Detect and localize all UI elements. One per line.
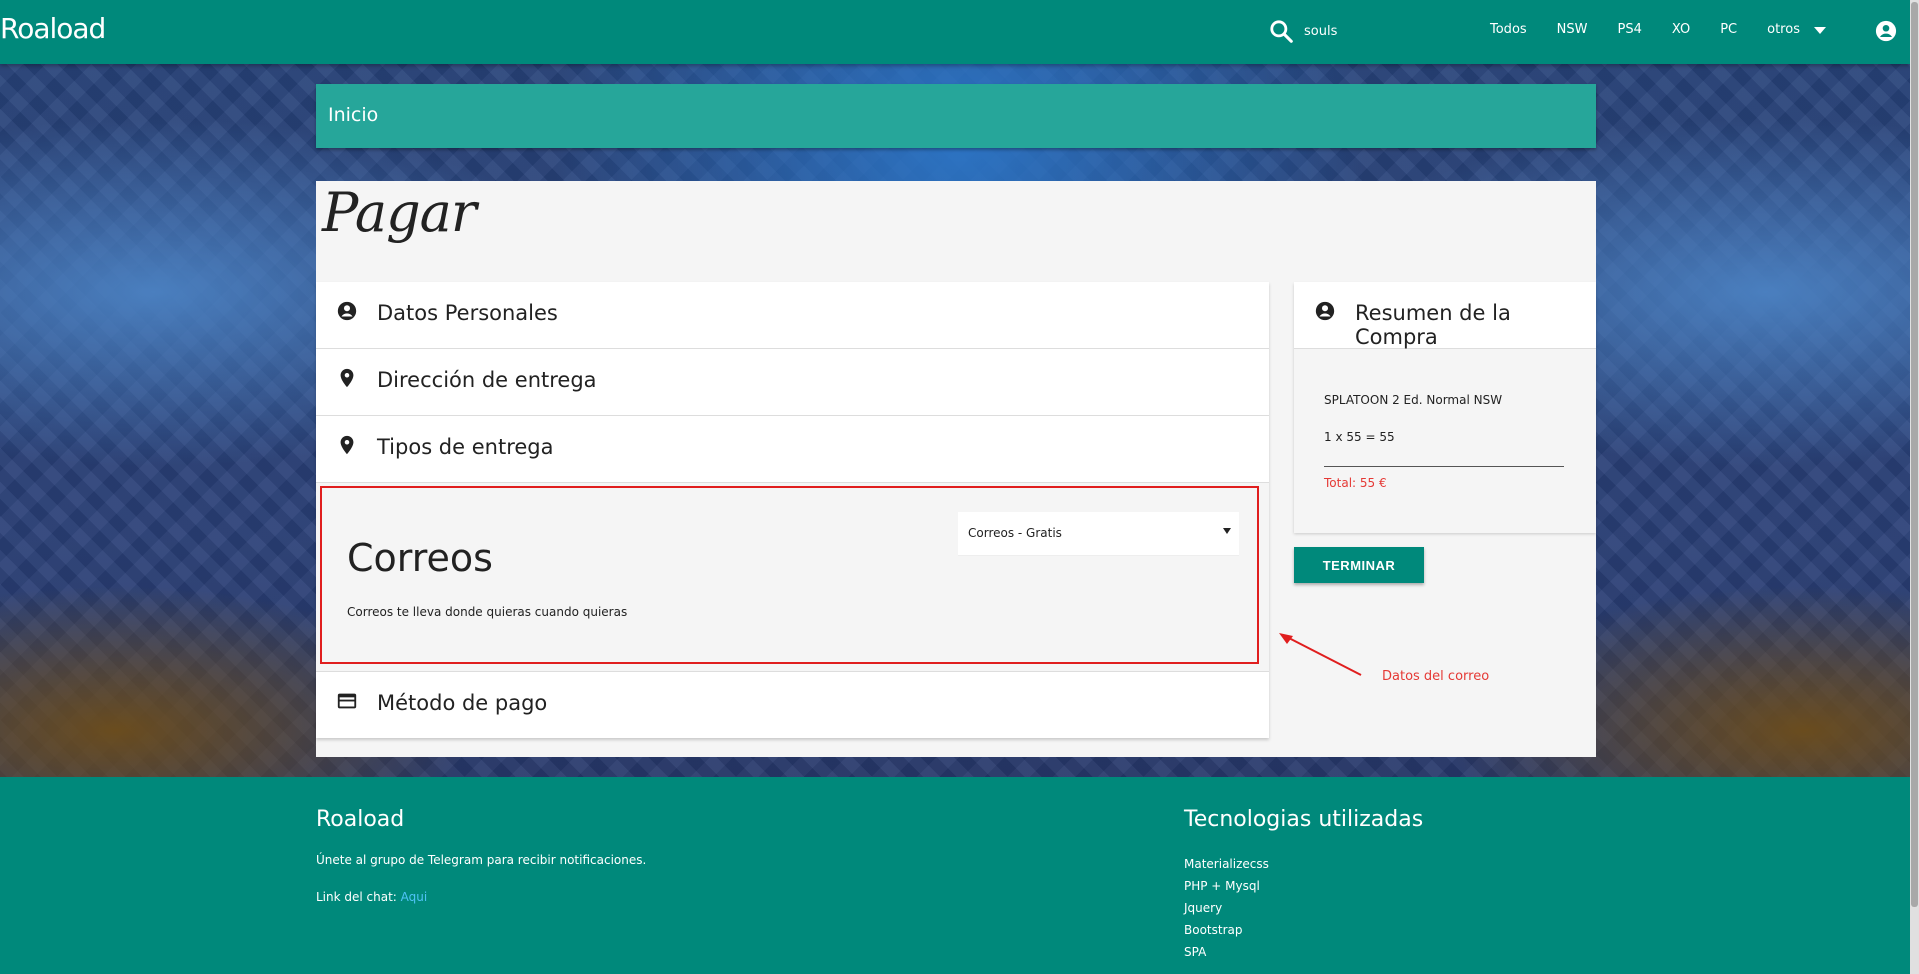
step-payment-method[interactable]: Método de pago	[316, 672, 1269, 738]
nav-link-xo[interactable]: XO	[1672, 22, 1690, 37]
summary-calculation: 1 x 55 = 55	[1324, 430, 1395, 444]
location-pin-icon	[340, 435, 354, 455]
nav-links: Todos NSW PS4 XO PC otros	[1490, 22, 1826, 37]
brand-logo[interactable]: Roaload	[0, 12, 106, 45]
delivery-details: Correos Correos te lleva donde quieras c…	[316, 483, 1269, 672]
search-bar[interactable]: souls	[1268, 18, 1337, 44]
annotation-arrow-icon	[1279, 633, 1362, 676]
credit-card-icon	[337, 693, 357, 709]
chat-label: Link del chat:	[316, 890, 397, 904]
purchase-summary: Resumen de la Compra SPLATOON 2 Ed. Norm…	[1294, 282, 1596, 533]
checkout-steps: Datos Personales Dirección de entrega Ti…	[316, 282, 1269, 738]
step-delivery-types[interactable]: Tipos de entrega	[316, 416, 1269, 483]
search-icon[interactable]	[1268, 18, 1294, 44]
footer-tech-list: Materializecss PHP + Mysql Jquery Bootst…	[1184, 853, 1269, 963]
tech-item: PHP + Mysql	[1184, 879, 1260, 893]
top-navbar: Roaload souls Todos NSW PS4 XO PC otros	[0, 0, 1910, 64]
step-label: Dirección de entrega	[377, 368, 597, 392]
step-label: Tipos de entrega	[377, 435, 554, 459]
nav-link-todos[interactable]: Todos	[1490, 22, 1527, 37]
finish-button[interactable]: TERMINAR	[1294, 547, 1424, 583]
select-value: Correos - Gratis	[968, 526, 1062, 540]
summary-title: Resumen de la Compra	[1355, 301, 1511, 349]
tech-item: Materializecss	[1184, 857, 1269, 871]
step-delivery-address[interactable]: Dirección de entrega	[316, 349, 1269, 416]
annotation-label: Datos del correo	[1382, 669, 1490, 684]
delivery-description: Correos te lleva donde quieras cuando qu…	[347, 605, 628, 619]
footer: Roaload Únete al grupo de Telegram para …	[0, 777, 1910, 974]
account-circle-icon	[337, 301, 357, 321]
delivery-method-select[interactable]: Correos - Gratis	[958, 512, 1239, 556]
scrollbar-thumb[interactable]	[1911, 2, 1918, 907]
summary-body: SPLATOON 2 Ed. Normal NSW 1 x 55 = 55 To…	[1294, 349, 1596, 533]
breadcrumb-inicio[interactable]: Inicio	[328, 104, 378, 126]
summary-item: SPLATOON 2 Ed. Normal NSW	[1324, 393, 1503, 407]
step-personal-data[interactable]: Datos Personales	[316, 282, 1269, 349]
page-title: Pagar	[322, 181, 477, 244]
step-label: Método de pago	[377, 691, 548, 715]
footer-chat-row: Link del chat: Aqui	[316, 890, 427, 904]
footer-tech-title: Tecnologias utilizadas	[1184, 807, 1424, 832]
nav-link-ps4[interactable]: PS4	[1618, 22, 1642, 37]
tech-item: SPA	[1184, 945, 1207, 959]
nav-link-pc[interactable]: PC	[1720, 22, 1737, 37]
account-circle-icon	[1315, 301, 1335, 321]
nav-link-nsw[interactable]: NSW	[1557, 22, 1588, 37]
step-label: Datos Personales	[377, 301, 558, 325]
delivery-title: Correos	[347, 536, 493, 580]
footer-telegram-text: Únete al grupo de Telegram para recibir …	[316, 853, 647, 867]
location-pin-icon	[340, 368, 354, 388]
page-scrollbar[interactable]	[1910, 0, 1919, 974]
summary-divider	[1324, 466, 1564, 467]
breadcrumb: Inicio	[316, 84, 1596, 148]
dropdown-caret-icon[interactable]	[1813, 27, 1826, 34]
account-icon[interactable]	[1875, 20, 1897, 42]
search-input[interactable]: souls	[1304, 24, 1337, 39]
summary-total: Total: 55 €	[1324, 476, 1387, 490]
tech-item: Bootstrap	[1184, 923, 1243, 937]
select-arrow-icon[interactable]	[1223, 528, 1231, 534]
chat-link[interactable]: Aqui	[401, 890, 428, 904]
footer-brand: Roaload	[316, 807, 405, 832]
summary-header[interactable]: Resumen de la Compra	[1294, 282, 1596, 349]
nav-link-otros[interactable]: otros	[1767, 22, 1800, 37]
tech-item: Jquery	[1184, 901, 1223, 915]
